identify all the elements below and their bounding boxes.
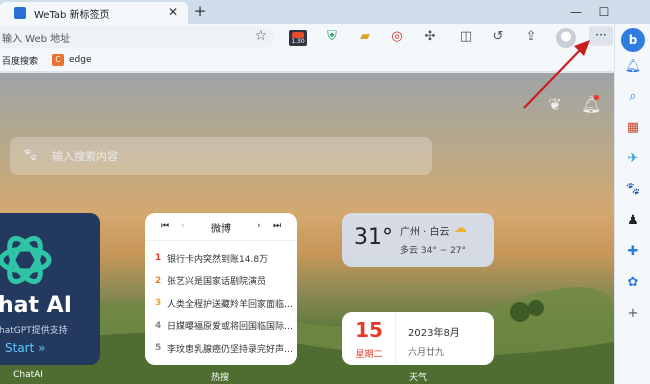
paw-search-engine-icon[interactable]: 🐾︎: [22, 148, 39, 164]
search-box[interactable]: 🐾︎: [10, 137, 432, 175]
favorite-star-icon[interactable]: ☆: [254, 28, 267, 44]
hot-topic-text: 日媒曝福原爱或将回国临国际…: [166, 322, 293, 333]
notification-bell-icon[interactable]: 🔔︎: [624, 58, 642, 76]
bell-icon[interactable]: 🔔︎: [581, 95, 601, 115]
history-icon[interactable]: ↺: [489, 28, 507, 46]
tab-close-icon[interactable]: ✕: [166, 5, 180, 19]
list-item[interactable]: 2 张艺兴是国家话剧院演员: [155, 270, 293, 293]
shield-extension-icon[interactable]: ⛨: [323, 28, 341, 46]
weather-card[interactable]: 31° 广州 · 白云 ☁︎ 多云 34° ~ 27°: [342, 213, 494, 267]
calendar-date-block: 15 星期二: [342, 312, 396, 365]
list-item[interactable]: 4 日媒曝福原爱或将回国临国际…: [155, 315, 293, 338]
rank-number: 4: [155, 320, 162, 331]
weibo-list: 1 银行卡内突然到账14.8万 2 张艺兴是国家话剧院演员 3 人类全程护送藏羚羊回家…: [155, 247, 293, 360]
address-toolbar: 输入 Web 地址 ☆ 1.30 ⛨ ▰ ◎ ✣ ◫ ↺ ⇪ ●: [0, 24, 614, 50]
folder-extension-icon[interactable]: ▰: [356, 28, 374, 46]
wetab-favicon-icon: [14, 7, 26, 19]
tab-title: WeTab 新标签页: [34, 9, 110, 21]
rank-number: 2: [155, 275, 162, 286]
weibo-header: ⏮ ‹ 微博 › ⏭: [145, 213, 297, 241]
hot-topic-text: 张艺兴是国家话剧院演员: [167, 277, 267, 288]
calendar-weekday: 星期二: [355, 350, 383, 360]
hot-topic-text: 人类全程护送藏羚羊回家面临…: [166, 299, 293, 310]
new-tab-button[interactable]: +: [191, 3, 209, 21]
openai-logo-icon: [0, 236, 52, 284]
list-item[interactable]: 5 李玟患乳腺癌仍坚持录完好声…: [155, 337, 293, 360]
address-bar[interactable]: 输入 Web 地址 ☆: [0, 26, 275, 48]
calendar-lunar-date: 六月廿九: [408, 348, 445, 358]
hot-topic-text: 李玟患乳腺癌仍坚持录完好声…: [166, 344, 293, 355]
edge-bookmark-icon: C: [52, 54, 64, 66]
qq-penguin-icon[interactable]: ♟: [624, 212, 642, 230]
hot-topic-text: 银行卡内突然到账14.8万: [167, 254, 269, 265]
toolbox-icon[interactable]: ▦: [624, 119, 642, 137]
chat-ai-card[interactable]: hat AI hatGPT提供支持 Start »: [0, 213, 100, 365]
active-tab[interactable]: WeTab 新标签页 ✕: [0, 2, 188, 24]
add-sidebar-app-icon[interactable]: +: [624, 305, 642, 323]
share-icon[interactable]: ⇪: [522, 28, 540, 46]
weibo-title: 微博: [211, 224, 231, 235]
last-page-icon[interactable]: ⏭: [273, 221, 281, 231]
next-page-icon[interactable]: ›: [257, 221, 261, 231]
bookmarks-bar: 百度搜索 C edge: [0, 50, 614, 72]
rank-number: 5: [155, 343, 162, 354]
weibo-label: 热搜: [210, 373, 229, 383]
first-page-icon[interactable]: ⏮: [161, 221, 169, 231]
minimize-button[interactable]: —: [566, 3, 586, 21]
extension-badge-icon[interactable]: 1.30: [289, 30, 307, 46]
temperature: 31°: [354, 225, 393, 250]
bookmark-baidu[interactable]: 百度搜索: [2, 54, 38, 67]
split-screen-icon[interactable]: ◫: [457, 28, 475, 46]
chat-ai-label: ChatAI: [13, 370, 43, 380]
target-extension-icon[interactable]: ◎: [388, 28, 406, 46]
bookmark-baidu-label: 百度搜索: [2, 57, 39, 67]
title-bar: WeTab 新标签页 ✕ + — ☐: [0, 0, 650, 24]
search-icon[interactable]: ⌕: [624, 88, 642, 106]
profile-avatar-icon[interactable]: ●: [556, 28, 576, 48]
edge-sidebar: b 🔔︎ ⌕ ▦ ✈︎ 🐾︎ ♟ ✚ ✿ +: [614, 24, 650, 384]
prev-page-icon[interactable]: ‹: [181, 221, 185, 231]
baidu-paw-icon[interactable]: 🐾︎: [624, 181, 642, 199]
bookmark-edge[interactable]: C edge: [52, 54, 92, 66]
extensions-puzzle-icon[interactable]: ✣: [421, 28, 439, 46]
notification-dot: [594, 95, 599, 100]
weather-detail: 多云 34° ~ 27°: [400, 246, 467, 256]
rank-number: 3: [155, 298, 162, 309]
chat-ai-subtitle: hatGPT提供支持: [0, 326, 68, 336]
send-plane-icon[interactable]: ✈︎: [624, 150, 642, 168]
chat-start-button[interactable]: Start »: [5, 341, 45, 355]
new-tab-page: ❦ 🔔︎ 🐾︎ hat AI hatGPT提供支持 Start » ⏮ ‹ 微博…: [0, 73, 614, 384]
maximize-button[interactable]: ☐: [594, 3, 614, 21]
bookmark-edge-label: edge: [69, 55, 92, 65]
weather-city: 广州 · 白云: [400, 227, 450, 238]
calendar-card[interactable]: 15 星期二 2023年8月 六月廿九: [342, 312, 494, 365]
pinwheel-icon[interactable]: ✿: [624, 274, 642, 292]
chat-ai-title: hat AI: [0, 293, 72, 318]
search-input[interactable]: [52, 149, 392, 163]
calendar-day: 15: [355, 318, 383, 342]
translate-icon[interactable]: ✚: [624, 243, 642, 261]
weibo-hot-card[interactable]: ⏮ ‹ 微博 › ⏭ 1 银行卡内突然到账14.8万 2 张艺兴是国家话剧院演员 3…: [145, 213, 297, 365]
list-item[interactable]: 1 银行卡内突然到账14.8万: [155, 247, 293, 270]
settings-menu-button[interactable]: ···: [589, 26, 613, 46]
cloudy-weather-icon: ☁︎: [454, 221, 467, 236]
address-placeholder: 输入 Web 地址: [2, 34, 71, 45]
leaf-icon[interactable]: ❦: [545, 95, 565, 115]
weather-label: 天气: [408, 373, 427, 383]
bing-copilot-icon[interactable]: b: [621, 28, 645, 52]
list-item[interactable]: 3 人类全程护送藏羚羊回家面临…: [155, 292, 293, 315]
rank-number: 1: [155, 253, 162, 264]
calendar-month: 2023年8月: [408, 328, 460, 339]
